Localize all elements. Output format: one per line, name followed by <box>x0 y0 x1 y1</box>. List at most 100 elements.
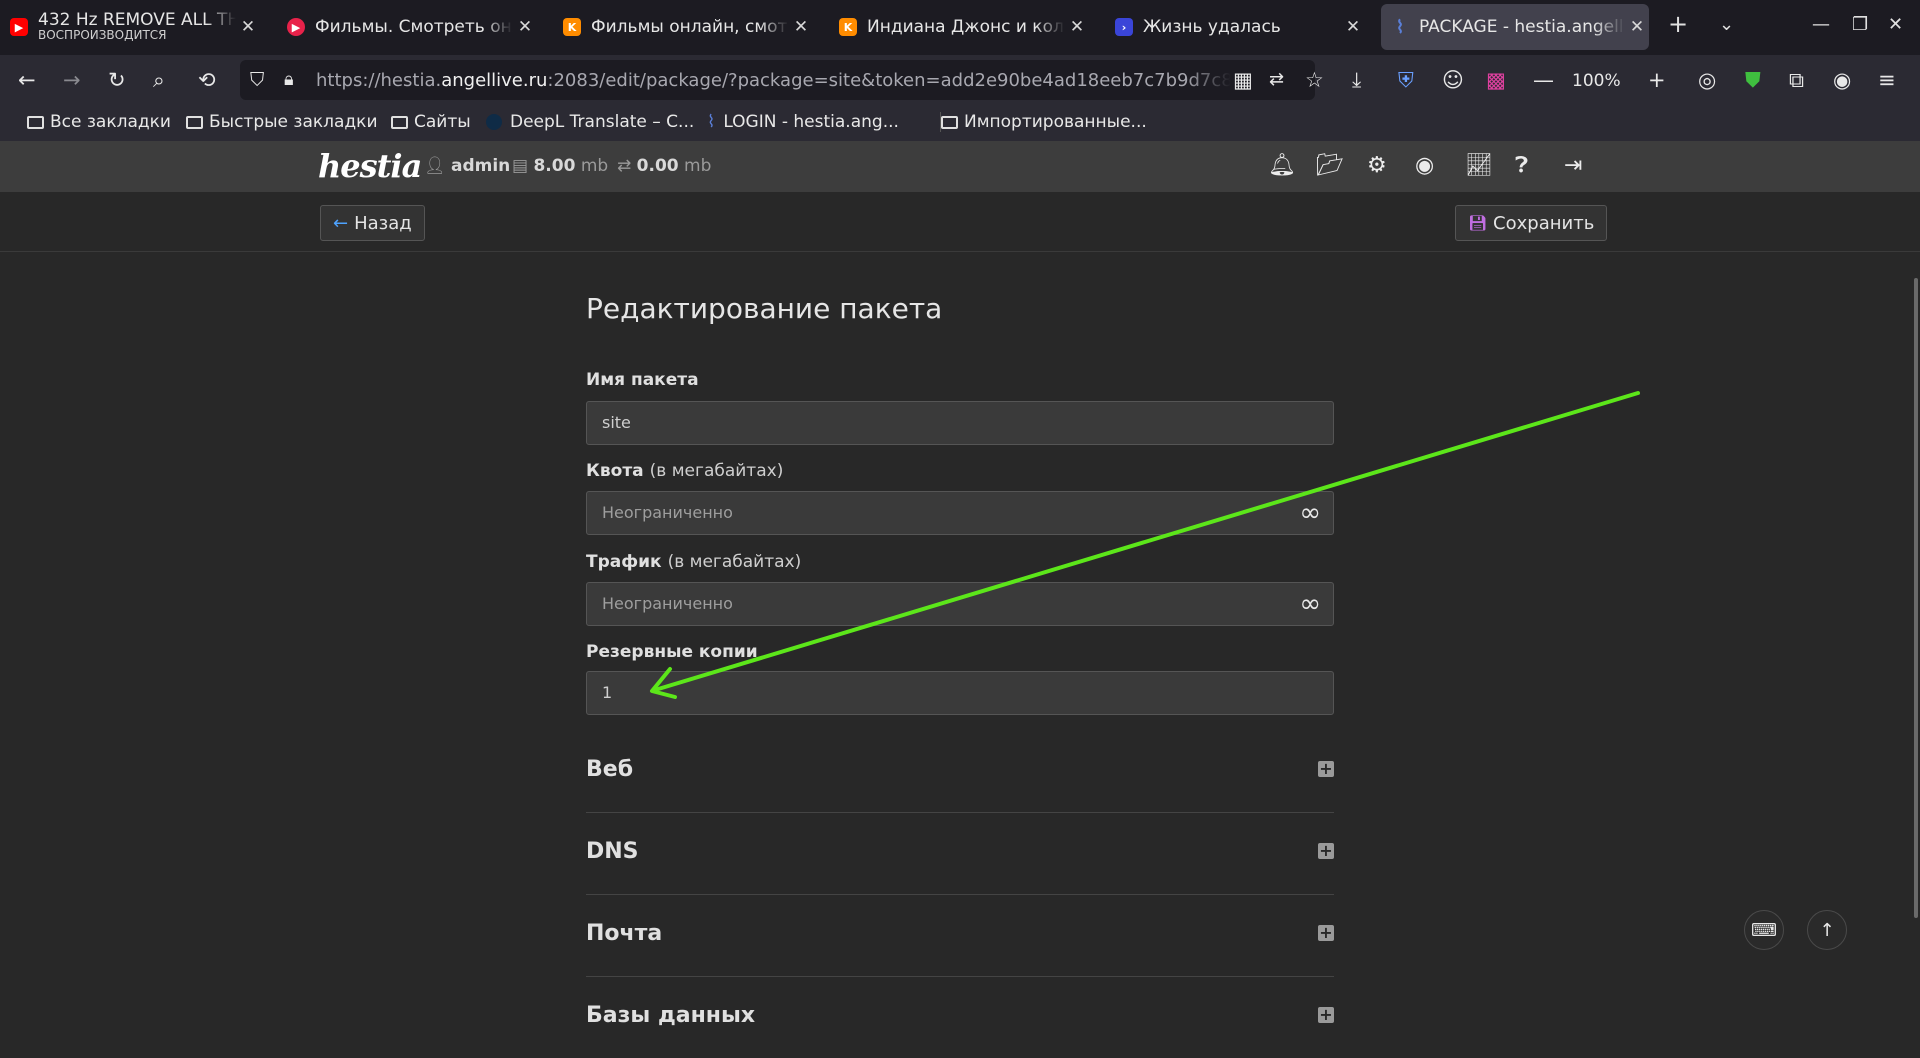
transfer-icon: ⇄ <box>617 156 632 176</box>
minimize-icon[interactable]: — <box>1812 14 1830 35</box>
search-icon[interactable]: ⌕ <box>153 67 165 93</box>
plus-square-icon[interactable]: + <box>1318 761 1334 777</box>
back-icon[interactable]: ← <box>18 67 36 93</box>
traffic-input[interactable] <box>602 594 1242 613</box>
bookmark-label: Импортированные... <box>964 112 1147 132</box>
bandwidth-value: 0.00 <box>636 156 679 176</box>
bookmark-all[interactable]: Все закладки <box>27 112 171 132</box>
new-tab-icon[interactable]: + <box>1668 10 1688 38</box>
user-circle-icon[interactable]: ◉ <box>1415 153 1434 179</box>
section-dns[interactable]: DNS + <box>586 814 1334 895</box>
plus-square-icon[interactable]: + <box>1318 843 1334 859</box>
package-name-field[interactable] <box>586 401 1334 445</box>
close-icon[interactable]: ✕ <box>789 17 813 37</box>
close-icon[interactable]: ✕ <box>1065 17 1089 37</box>
save-button-label: Сохранить <box>1493 212 1595 234</box>
backups-field[interactable] <box>586 671 1334 715</box>
extension-shield-icon[interactable]: ⛨ <box>1398 67 1414 93</box>
bookmark-label: DeepL Translate – С... <box>510 112 695 132</box>
tab-package[interactable]: ⌇ PACKAGE - hestia.angellive ✕ <box>1381 4 1649 50</box>
traffic-field[interactable]: ∞ <box>586 582 1334 626</box>
restore-icon[interactable]: ❐ <box>1852 14 1868 35</box>
shield-icon[interactable]: ⛉ <box>250 67 264 93</box>
chart-line-icon[interactable]: 📈︎ <box>1465 153 1493 179</box>
tab-films[interactable]: ▶ Фильмы. Смотреть онлайн ✕ <box>287 4 537 50</box>
tab-films-online[interactable]: K Фильмы онлайн, смотреть ✕ <box>563 4 813 50</box>
back-button[interactable]: ← Назад <box>320 205 425 241</box>
save-button[interactable]: 💾︎ Сохранить <box>1455 205 1608 241</box>
qr-icon[interactable]: ▦ <box>1233 67 1253 93</box>
navigation-bar: ← → ↻ ⌕ ⟲ ⛉ 🔒︎ https://hestia.angellive.… <box>0 55 1920 105</box>
quota-field[interactable]: ∞ <box>586 491 1334 535</box>
bookmark-quick[interactable]: Быстрые закладки <box>186 112 378 132</box>
menu-icon[interactable]: ≡ <box>1878 67 1896 93</box>
bookmark-label: Все закладки <box>50 112 171 132</box>
quota-input[interactable] <box>602 503 1242 522</box>
section-web[interactable]: Веб + <box>586 732 1334 813</box>
section-mail[interactable]: Почта + <box>586 896 1334 977</box>
reload-icon[interactable]: ↻ <box>108 67 126 93</box>
extension-face-icon[interactable]: ☺ <box>1442 67 1464 93</box>
close-icon[interactable]: ✕ <box>1625 17 1649 37</box>
play-icon: ▶ <box>287 18 305 36</box>
tab-list-icon[interactable]: ⌄ <box>1719 14 1734 35</box>
download-icon[interactable]: ⤓ <box>1352 67 1361 93</box>
folder-open-icon[interactable]: 📂︎ <box>1316 153 1344 179</box>
hestia-icon: ⌇ <box>707 112 716 132</box>
close-icon[interactable]: ✕ <box>1341 17 1365 37</box>
package-name-label: Имя пакета <box>586 370 699 390</box>
bookmark-login[interactable]: ⌇ LOGIN - hestia.ang... <box>707 112 899 132</box>
section-title: Базы данных <box>586 1003 756 1028</box>
plus-square-icon[interactable]: + <box>1318 925 1334 941</box>
label-text: Резервные копии <box>586 642 758 662</box>
bell-icon[interactable]: 🔔︎ <box>1268 153 1296 179</box>
logout-icon[interactable]: ⇥ <box>1564 153 1582 179</box>
lock-icon[interactable]: 🔒︎ <box>284 67 294 93</box>
adblock-icon[interactable]: ⛊ <box>1745 67 1761 93</box>
browser-tab-strip: ▶ 432 Hz REMOVE ALL THE ВОСПРОИЗВОДИТСЯ … <box>0 0 1920 55</box>
tab-indiana[interactable]: K Индиана Джонс и колесо ✕ <box>839 4 1089 50</box>
extension-glasses-icon[interactable]: ◎ <box>1698 67 1716 93</box>
window-close-icon[interactable]: ✕ <box>1888 14 1903 35</box>
url-text[interactable]: https://hestia.angellive.ru:2083/edit/pa… <box>316 70 1231 91</box>
plus-square-icon[interactable]: + <box>1318 1007 1334 1023</box>
translate-icon[interactable]: ⇄ <box>1269 67 1284 93</box>
zoom-out-icon[interactable]: — <box>1533 67 1554 93</box>
section-title: Почта <box>586 921 663 946</box>
close-icon[interactable]: ✕ <box>513 17 537 37</box>
bookmark-label: LOGIN - hestia.ang... <box>723 112 899 132</box>
bookmark-deepl[interactable]: DeepL Translate – С... <box>486 112 694 132</box>
tab-zhizn[interactable]: › Жизнь удалась ✕ <box>1115 4 1365 50</box>
tab-title: Фильмы. Смотреть онлайн <box>315 17 513 37</box>
history-icon[interactable]: ⟲ <box>198 67 216 93</box>
label-text: Трафик <box>586 552 662 572</box>
infinity-icon[interactable]: ∞ <box>1299 589 1321 619</box>
close-icon[interactable]: ✕ <box>236 17 260 37</box>
user-indicator[interactable]: 👤︎ admin <box>424 156 510 176</box>
scroll-top-button[interactable]: ↑ <box>1807 910 1847 950</box>
bookmark-imported[interactable]: Импортированные... <box>940 112 1147 132</box>
tab-youtube[interactable]: ▶ 432 Hz REMOVE ALL THE ВОСПРОИЗВОДИТСЯ … <box>10 4 260 50</box>
extensions-icon[interactable]: ⧉ <box>1789 67 1804 93</box>
extension-grid-icon[interactable]: ▩ <box>1486 67 1506 93</box>
gear-icon[interactable]: ⚙ <box>1367 153 1387 179</box>
help-icon[interactable]: ❓︎ <box>1515 153 1528 179</box>
package-name-input[interactable] <box>602 413 1242 432</box>
forward-icon[interactable]: → <box>63 67 81 93</box>
bookmark-star-icon[interactable]: ☆ <box>1305 67 1324 93</box>
keyboard-icon: ⌨ <box>1751 919 1777 941</box>
bookmark-sites[interactable]: Сайты <box>391 112 471 132</box>
backups-input[interactable] <box>602 683 1242 702</box>
account-icon[interactable]: ◉ <box>1833 67 1851 93</box>
tab-title: PACKAGE - hestia.angellive <box>1419 17 1625 37</box>
traffic-label: Трафик (в мегабайтах) <box>586 552 801 572</box>
hestia-logo[interactable]: hestia <box>318 147 422 185</box>
zoom-in-icon[interactable]: + <box>1648 67 1666 93</box>
tab-title: Фильмы онлайн, смотреть <box>591 17 789 37</box>
keyboard-shortcuts-button[interactable]: ⌨ <box>1744 910 1784 950</box>
kinopoisk-icon: K <box>563 18 581 36</box>
address-bar[interactable]: ⛉ 🔒︎ https://hestia.angellive.ru:2083/ed… <box>240 60 1324 100</box>
page-scrollbar[interactable] <box>1914 278 1918 918</box>
section-databases[interactable]: Базы данных + <box>586 978 1334 1058</box>
infinity-icon[interactable]: ∞ <box>1299 498 1321 528</box>
